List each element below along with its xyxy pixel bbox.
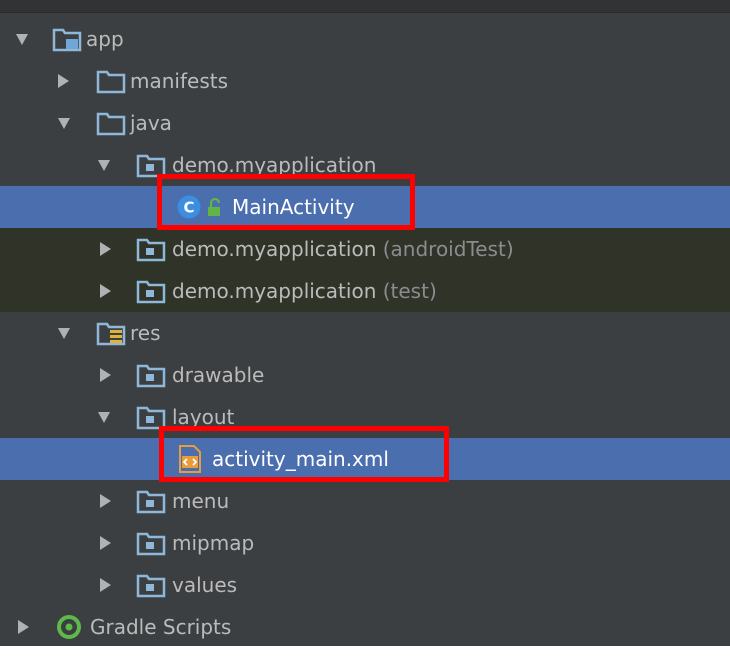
project-tree-panel: app manifests java demo.myapplication C bbox=[0, 0, 730, 646]
collapse-arrow-icon[interactable] bbox=[100, 242, 111, 256]
folder-icon bbox=[136, 364, 166, 388]
package-name: demo.myapplication bbox=[172, 279, 377, 303]
folder-icon bbox=[136, 532, 166, 556]
tree-row-label: res bbox=[130, 321, 161, 345]
tree-row-label: Gradle Scripts bbox=[90, 615, 232, 639]
highlight-box-mainactivity bbox=[157, 174, 415, 230]
tree-row-label: mipmap bbox=[172, 531, 255, 555]
source-set-suffix: (androidTest) bbox=[376, 237, 514, 261]
folder-icon bbox=[136, 490, 166, 514]
folder-icon bbox=[136, 574, 166, 598]
collapse-arrow-icon[interactable] bbox=[100, 494, 111, 508]
tree-row-menu[interactable]: menu bbox=[0, 480, 730, 522]
collapse-arrow-icon[interactable] bbox=[58, 74, 69, 88]
collapse-arrow-icon[interactable] bbox=[100, 284, 111, 298]
tree-row-label: values bbox=[172, 573, 238, 597]
source-set-suffix: (test) bbox=[376, 279, 437, 303]
tree-row-package-test[interactable]: demo.myapplication (test) bbox=[0, 270, 730, 312]
tree-row-mipmap[interactable]: mipmap bbox=[0, 522, 730, 564]
tree-row-label: menu bbox=[172, 489, 230, 513]
highlight-box-activity-main-xml bbox=[159, 426, 449, 482]
tree-row-gradle-scripts[interactable]: Gradle Scripts bbox=[0, 606, 730, 646]
tree-row-label: app bbox=[86, 27, 124, 51]
tree-row-java[interactable]: java bbox=[0, 102, 730, 144]
tree-row-drawable[interactable]: drawable bbox=[0, 354, 730, 396]
package-icon bbox=[136, 280, 166, 304]
folder-icon bbox=[96, 70, 126, 94]
expand-arrow-icon[interactable] bbox=[98, 412, 110, 423]
module-folder-icon bbox=[52, 28, 82, 52]
tree-row-package-androidtest[interactable]: demo.myapplication (androidTest) bbox=[0, 228, 730, 270]
gradle-icon bbox=[57, 615, 81, 639]
resource-folder-icon bbox=[96, 322, 126, 346]
tree-row-label: demo.myapplication (androidTest) bbox=[172, 228, 514, 270]
expand-arrow-icon[interactable] bbox=[98, 160, 110, 171]
tree-row-label: java bbox=[130, 111, 172, 135]
expand-arrow-icon[interactable] bbox=[58, 328, 70, 339]
source-folder-icon bbox=[96, 112, 126, 136]
tree-row-values[interactable]: values bbox=[0, 564, 730, 606]
tree-row-label: drawable bbox=[172, 363, 265, 387]
collapse-arrow-icon[interactable] bbox=[100, 368, 111, 382]
tree-row-res[interactable]: res bbox=[0, 312, 730, 354]
collapse-arrow-icon[interactable] bbox=[100, 536, 111, 550]
expand-arrow-icon[interactable] bbox=[16, 34, 28, 45]
collapse-arrow-icon[interactable] bbox=[100, 578, 111, 592]
tree-row-label: manifests bbox=[130, 69, 228, 93]
tree-row-manifests[interactable]: manifests bbox=[0, 60, 730, 102]
tree-row-app[interactable]: app bbox=[0, 18, 730, 60]
expand-arrow-icon[interactable] bbox=[58, 118, 70, 129]
package-icon bbox=[136, 238, 166, 262]
package-name: demo.myapplication bbox=[172, 237, 377, 261]
collapse-arrow-icon[interactable] bbox=[18, 620, 29, 634]
tree-row-label: demo.myapplication (test) bbox=[172, 270, 437, 312]
panel-top-border bbox=[0, 0, 730, 13]
